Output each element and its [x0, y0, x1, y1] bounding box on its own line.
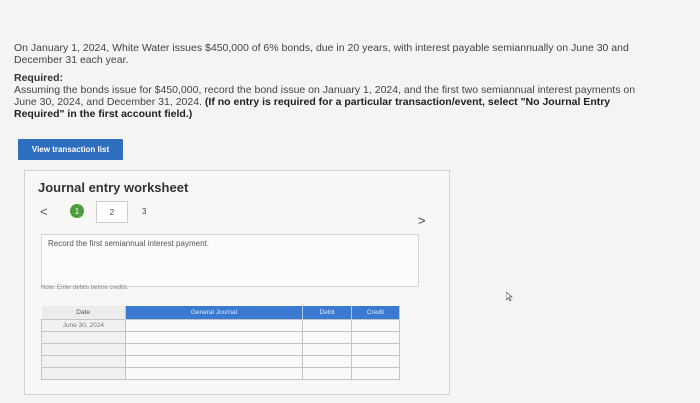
- step-3-indicator[interactable]: 3: [142, 207, 146, 216]
- table-row: [41, 354, 400, 368]
- required-heading: Required:: [14, 72, 64, 84]
- required-instructions: Assuming the bonds issue for $450,000, r…: [14, 84, 654, 120]
- debit-cell[interactable]: [302, 330, 353, 344]
- step-2-indicator[interactable]: 2: [96, 201, 128, 223]
- instruction-text: Record the first semiannual interest pay…: [48, 239, 209, 248]
- table-row: [41, 330, 400, 344]
- worksheet-title: Journal entry worksheet: [38, 180, 189, 195]
- credit-cell[interactable]: [351, 318, 400, 332]
- next-arrow-icon[interactable]: >: [418, 213, 426, 228]
- header-debit: Debit: [302, 306, 353, 319]
- account-cell[interactable]: [124, 342, 304, 356]
- date-cell[interactable]: June 30, 2024: [41, 318, 126, 332]
- debit-cell[interactable]: [302, 354, 353, 368]
- account-cell[interactable]: [124, 330, 304, 344]
- header-credit: Credit: [351, 306, 400, 319]
- view-transaction-list-button[interactable]: View transaction list: [18, 139, 123, 160]
- debit-cell[interactable]: [302, 366, 353, 380]
- account-cell[interactable]: [124, 318, 304, 332]
- credit-cell[interactable]: [351, 354, 400, 368]
- header-general-journal: General Journal: [125, 306, 304, 319]
- debits-credits-note: Note: Enter debits before credits.: [41, 285, 129, 291]
- prev-arrow-icon[interactable]: <: [40, 204, 48, 219]
- step-1-indicator[interactable]: 1: [70, 204, 84, 218]
- table-row: [41, 342, 400, 356]
- problem-statement: On January 1, 2024, White Water issues $…: [14, 42, 629, 66]
- date-cell[interactable]: [41, 342, 126, 356]
- date-cell[interactable]: [41, 330, 126, 344]
- mouse-cursor-icon: [506, 292, 513, 301]
- table-row: [41, 366, 400, 380]
- credit-cell[interactable]: [351, 366, 400, 380]
- account-cell[interactable]: [124, 366, 304, 380]
- date-cell[interactable]: [41, 366, 126, 380]
- debit-cell[interactable]: [302, 318, 353, 332]
- credit-cell[interactable]: [351, 330, 400, 344]
- account-cell[interactable]: [124, 354, 304, 368]
- debit-cell[interactable]: [302, 342, 353, 356]
- date-cell[interactable]: [41, 354, 126, 368]
- header-date: Date: [41, 306, 126, 319]
- journal-table: Date General Journal Debit Credit June 3…: [41, 306, 400, 380]
- credit-cell[interactable]: [351, 342, 400, 356]
- table-row: June 30, 2024: [41, 318, 400, 332]
